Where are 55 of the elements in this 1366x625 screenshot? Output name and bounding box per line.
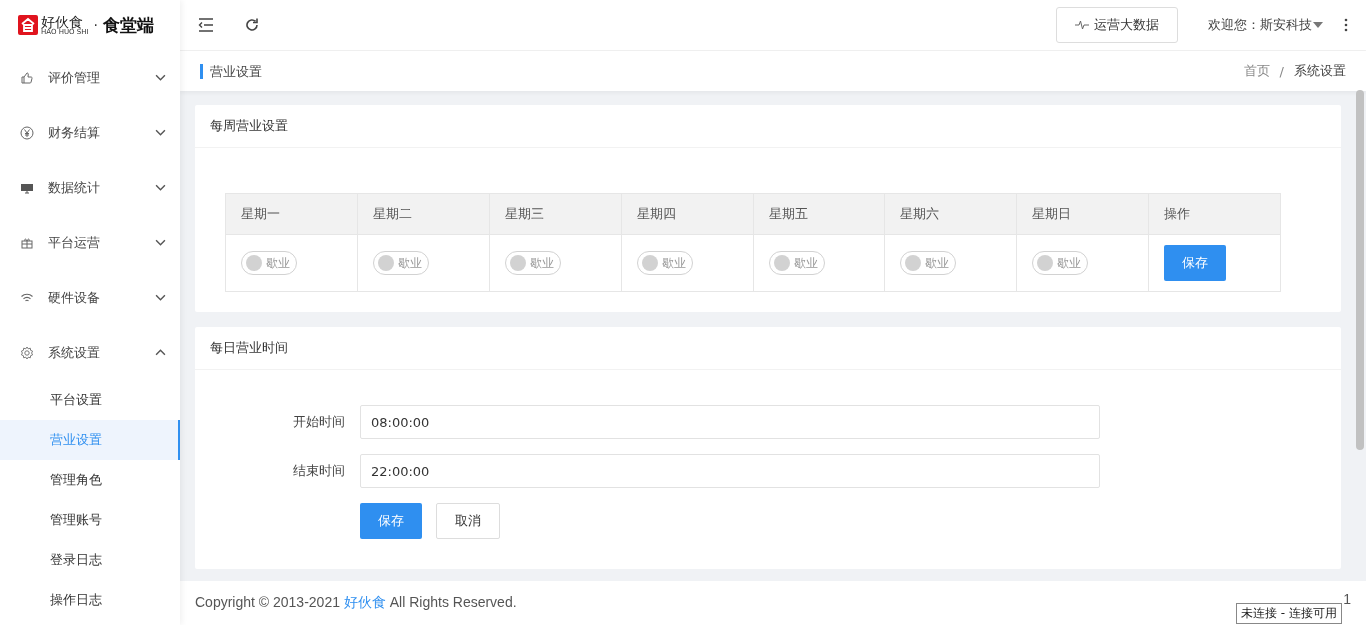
sidebar-submenu-item[interactable]: 管理角色 — [0, 460, 180, 500]
chevron-icon — [155, 239, 166, 246]
yen-icon — [20, 125, 34, 140]
breadcrumb-item[interactable]: 首页 — [1243, 62, 1270, 80]
chevron-icon — [155, 294, 166, 301]
sidebar-submenu-item[interactable]: 登录日志 — [0, 540, 180, 580]
column-header: 星期日 — [1016, 193, 1149, 235]
thumbs-up-icon — [20, 70, 34, 85]
caret-icon — [1313, 22, 1323, 28]
sidebar-submenu-item[interactable]: 操作日志 — [0, 580, 180, 620]
sidebar-menu-item[interactable]: 评价管理 — [0, 50, 180, 105]
product-name: 食堂端 — [103, 13, 154, 37]
settings-icon — [20, 345, 34, 360]
logo-separator: · — [93, 17, 98, 33]
breadcrumb-item[interactable]: 系统设置 — [1294, 62, 1346, 80]
user-menu[interactable]: 欢迎您：斯安科技 — [1208, 16, 1323, 34]
sidebar-menu-item[interactable]: 数据统计 — [0, 160, 180, 215]
pulse-icon — [1075, 20, 1089, 30]
card-title: 每周营业设置 — [195, 105, 1341, 148]
logo-icon — [18, 15, 38, 35]
sidebar-submenu-item[interactable]: 管理账号 — [0, 500, 180, 540]
column-header: 星期三 — [489, 193, 622, 235]
column-header: 星期二 — [357, 193, 490, 235]
more-icon[interactable] — [1344, 18, 1348, 32]
brand-name: 好伙食 — [41, 14, 83, 29]
column-header: 星期五 — [753, 193, 885, 235]
chevron-icon — [155, 129, 166, 136]
chevron-icon — [155, 74, 166, 81]
big-data-button[interactable]: 运营大数据 — [1056, 7, 1178, 43]
version-text: 1 — [1343, 591, 1351, 607]
time-input[interactable]: 08:00:00 — [360, 405, 1100, 439]
breadcrumb-separator: / — [1279, 63, 1284, 79]
field-label: 结束时间 — [292, 462, 346, 480]
sidebar-menu-item[interactable]: 硬件设备 — [0, 270, 180, 325]
column-header: 星期一 — [225, 193, 358, 235]
sidebar-menu-item[interactable]: 财务结算 — [0, 105, 180, 160]
column-header: 星期六 — [884, 193, 1017, 235]
sidebar-menu-item[interactable]: 平台运营 — [0, 215, 180, 270]
sidebar-submenu-item[interactable]: 平台设置 — [0, 380, 180, 420]
column-header: 操作 — [1148, 193, 1281, 235]
scrollbar-thumb[interactable] — [1356, 90, 1364, 450]
column-header: 星期四 — [621, 193, 753, 235]
time-input[interactable]: 22:00:00 — [360, 454, 1100, 488]
chevron-icon — [155, 349, 166, 356]
page-title: 营业设置 — [200, 63, 262, 79]
refresh-icon[interactable] — [244, 17, 260, 33]
cancel-button[interactable]: 取消 — [436, 503, 500, 539]
chevron-icon — [155, 184, 166, 191]
tooltip: 未连接 - 连接可用 — [1236, 603, 1342, 624]
copyright-text: Copyright © 2013-2021 好伙食 All Rights Reserved. — [195, 594, 517, 612]
card-title: 每日营业时间 — [195, 327, 1341, 370]
menu-collapse-icon[interactable] — [198, 17, 214, 33]
field-label: 开始时间 — [292, 413, 346, 431]
sidebar-menu-item[interactable]: 系统设置 — [0, 325, 180, 380]
gift-icon — [20, 235, 34, 250]
